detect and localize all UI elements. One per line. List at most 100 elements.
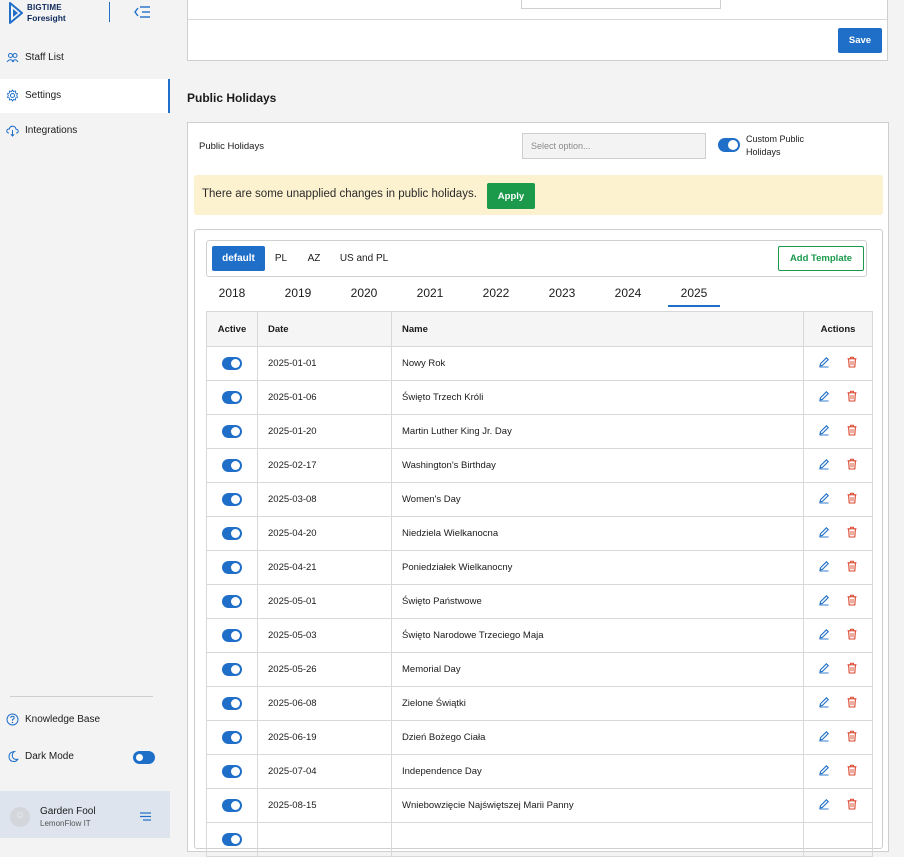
- settings-input[interactable]: [521, 0, 721, 9]
- edit-icon[interactable]: [818, 798, 830, 810]
- collapse-menu-icon[interactable]: [132, 3, 152, 21]
- active-toggle[interactable]: [222, 697, 242, 710]
- active-toggle[interactable]: [222, 731, 242, 744]
- brand-logo[interactable]: BIGTIME Foresight: [9, 2, 109, 24]
- year-tab-2019[interactable]: 2019: [272, 286, 324, 300]
- apply-button[interactable]: Apply: [487, 183, 535, 209]
- edit-icon[interactable]: [818, 764, 830, 776]
- trash-icon[interactable]: [846, 594, 858, 606]
- active-toggle[interactable]: [222, 527, 242, 540]
- trash-icon[interactable]: [846, 526, 858, 538]
- active-cell: [206, 754, 258, 789]
- year-tab-2024[interactable]: 2024: [602, 286, 654, 300]
- tab-us-and-pl[interactable]: US and PL: [336, 246, 392, 271]
- trash-icon[interactable]: [846, 662, 858, 674]
- edit-icon[interactable]: [818, 730, 830, 742]
- active-toggle[interactable]: [222, 493, 242, 506]
- active-cell: [206, 448, 258, 483]
- save-button[interactable]: Save: [838, 28, 882, 53]
- trash-icon[interactable]: [846, 458, 858, 470]
- date-cell: 2025-03-08: [257, 482, 392, 517]
- dark-mode-toggle[interactable]: [133, 751, 155, 764]
- active-toggle[interactable]: [222, 459, 242, 472]
- edit-icon[interactable]: [818, 594, 830, 606]
- active-cell: [206, 720, 258, 755]
- edit-icon[interactable]: [818, 526, 830, 538]
- sidebar-item-integrations[interactable]: Integrations: [0, 114, 170, 148]
- menu-icon[interactable]: [140, 812, 151, 821]
- active-cell: [206, 550, 258, 585]
- edit-icon[interactable]: [818, 390, 830, 402]
- year-tab-2021[interactable]: 2021: [404, 286, 456, 300]
- edit-icon[interactable]: [818, 560, 830, 572]
- year-tab-2025[interactable]: 2025: [668, 286, 720, 307]
- edit-icon[interactable]: [818, 492, 830, 504]
- date-cell: 2025-01-06: [257, 380, 392, 415]
- active-cell: [206, 686, 258, 721]
- sidebar-item-label: Knowledge Base: [25, 714, 101, 725]
- edit-icon[interactable]: [818, 458, 830, 470]
- name-cell: [391, 822, 804, 857]
- tab-default[interactable]: default: [212, 246, 265, 271]
- trash-icon[interactable]: [846, 492, 858, 504]
- tab-pl[interactable]: PL: [269, 246, 293, 271]
- edit-icon[interactable]: [818, 628, 830, 640]
- trash-icon[interactable]: [846, 390, 858, 402]
- tab-az[interactable]: AZ: [302, 246, 326, 271]
- trash-icon[interactable]: [846, 424, 858, 436]
- trash-icon[interactable]: [846, 764, 858, 776]
- actions-cell: [803, 448, 873, 483]
- year-tab-2020[interactable]: 2020: [338, 286, 390, 300]
- name-cell: Washington's Birthday: [391, 448, 804, 483]
- active-toggle[interactable]: [222, 357, 242, 370]
- table-row: 2025-02-17 Washington's Birthday: [206, 448, 873, 483]
- trash-icon[interactable]: [846, 560, 858, 572]
- trash-icon[interactable]: [846, 628, 858, 640]
- active-toggle[interactable]: [222, 629, 242, 642]
- sidebar-item-label: Integrations: [25, 125, 78, 136]
- custom-holidays-toggle[interactable]: [718, 138, 740, 152]
- unapplied-changes-banner: There are some unapplied changes in publ…: [194, 175, 883, 215]
- column-header-date: Date: [257, 311, 392, 347]
- trash-icon[interactable]: [846, 798, 858, 810]
- actions-cell: [803, 754, 873, 789]
- active-toggle[interactable]: [222, 765, 242, 778]
- active-toggle[interactable]: [222, 561, 242, 574]
- add-template-button[interactable]: Add Template: [778, 246, 864, 271]
- sidebar-item-staff-list[interactable]: Staff List: [0, 41, 170, 75]
- avatar: [10, 807, 30, 827]
- edit-icon[interactable]: [818, 662, 830, 674]
- holidays-table: Active Date Name Actions 2025-01-01 Nowy …: [206, 311, 873, 857]
- date-cell: 2025-04-20: [257, 516, 392, 551]
- year-tab-2022[interactable]: 2022: [470, 286, 522, 300]
- active-toggle[interactable]: [222, 833, 242, 846]
- active-cell: [206, 652, 258, 687]
- actions-cell: [803, 686, 873, 721]
- edit-icon[interactable]: [818, 696, 830, 708]
- name-cell: Święto Państwowe: [391, 584, 804, 619]
- edit-icon[interactable]: [818, 424, 830, 436]
- trash-icon[interactable]: [846, 730, 858, 742]
- active-toggle[interactable]: [222, 663, 242, 676]
- user-profile[interactable]: Garden Fool LemonFlow IT: [0, 791, 170, 838]
- table-row: 2025-04-20 Niedziela Wielkanocna: [206, 516, 873, 551]
- trash-icon[interactable]: [846, 356, 858, 368]
- active-toggle[interactable]: [222, 391, 242, 404]
- public-holidays-label: Public Holidays: [199, 141, 264, 152]
- actions-cell: [803, 720, 873, 755]
- year-tab-2023[interactable]: 2023: [536, 286, 588, 300]
- user-name: Garden Fool: [40, 806, 96, 817]
- column-header-actions: Actions: [803, 311, 873, 347]
- active-toggle[interactable]: [222, 799, 242, 812]
- public-holidays-select[interactable]: Select option...: [522, 133, 706, 159]
- sidebar-item-settings[interactable]: Settings: [0, 79, 170, 113]
- brand-line2: Foresight: [27, 13, 66, 23]
- active-toggle[interactable]: [222, 425, 242, 438]
- year-tab-2018[interactable]: 2018: [206, 286, 258, 300]
- active-toggle[interactable]: [222, 595, 242, 608]
- sidebar-item-knowledge-base[interactable]: Knowledge Base: [0, 703, 170, 737]
- edit-icon[interactable]: [818, 356, 830, 368]
- trash-icon[interactable]: [846, 696, 858, 708]
- table-row: 2025-05-26 Memorial Day: [206, 652, 873, 687]
- logo-divider: [109, 2, 110, 22]
